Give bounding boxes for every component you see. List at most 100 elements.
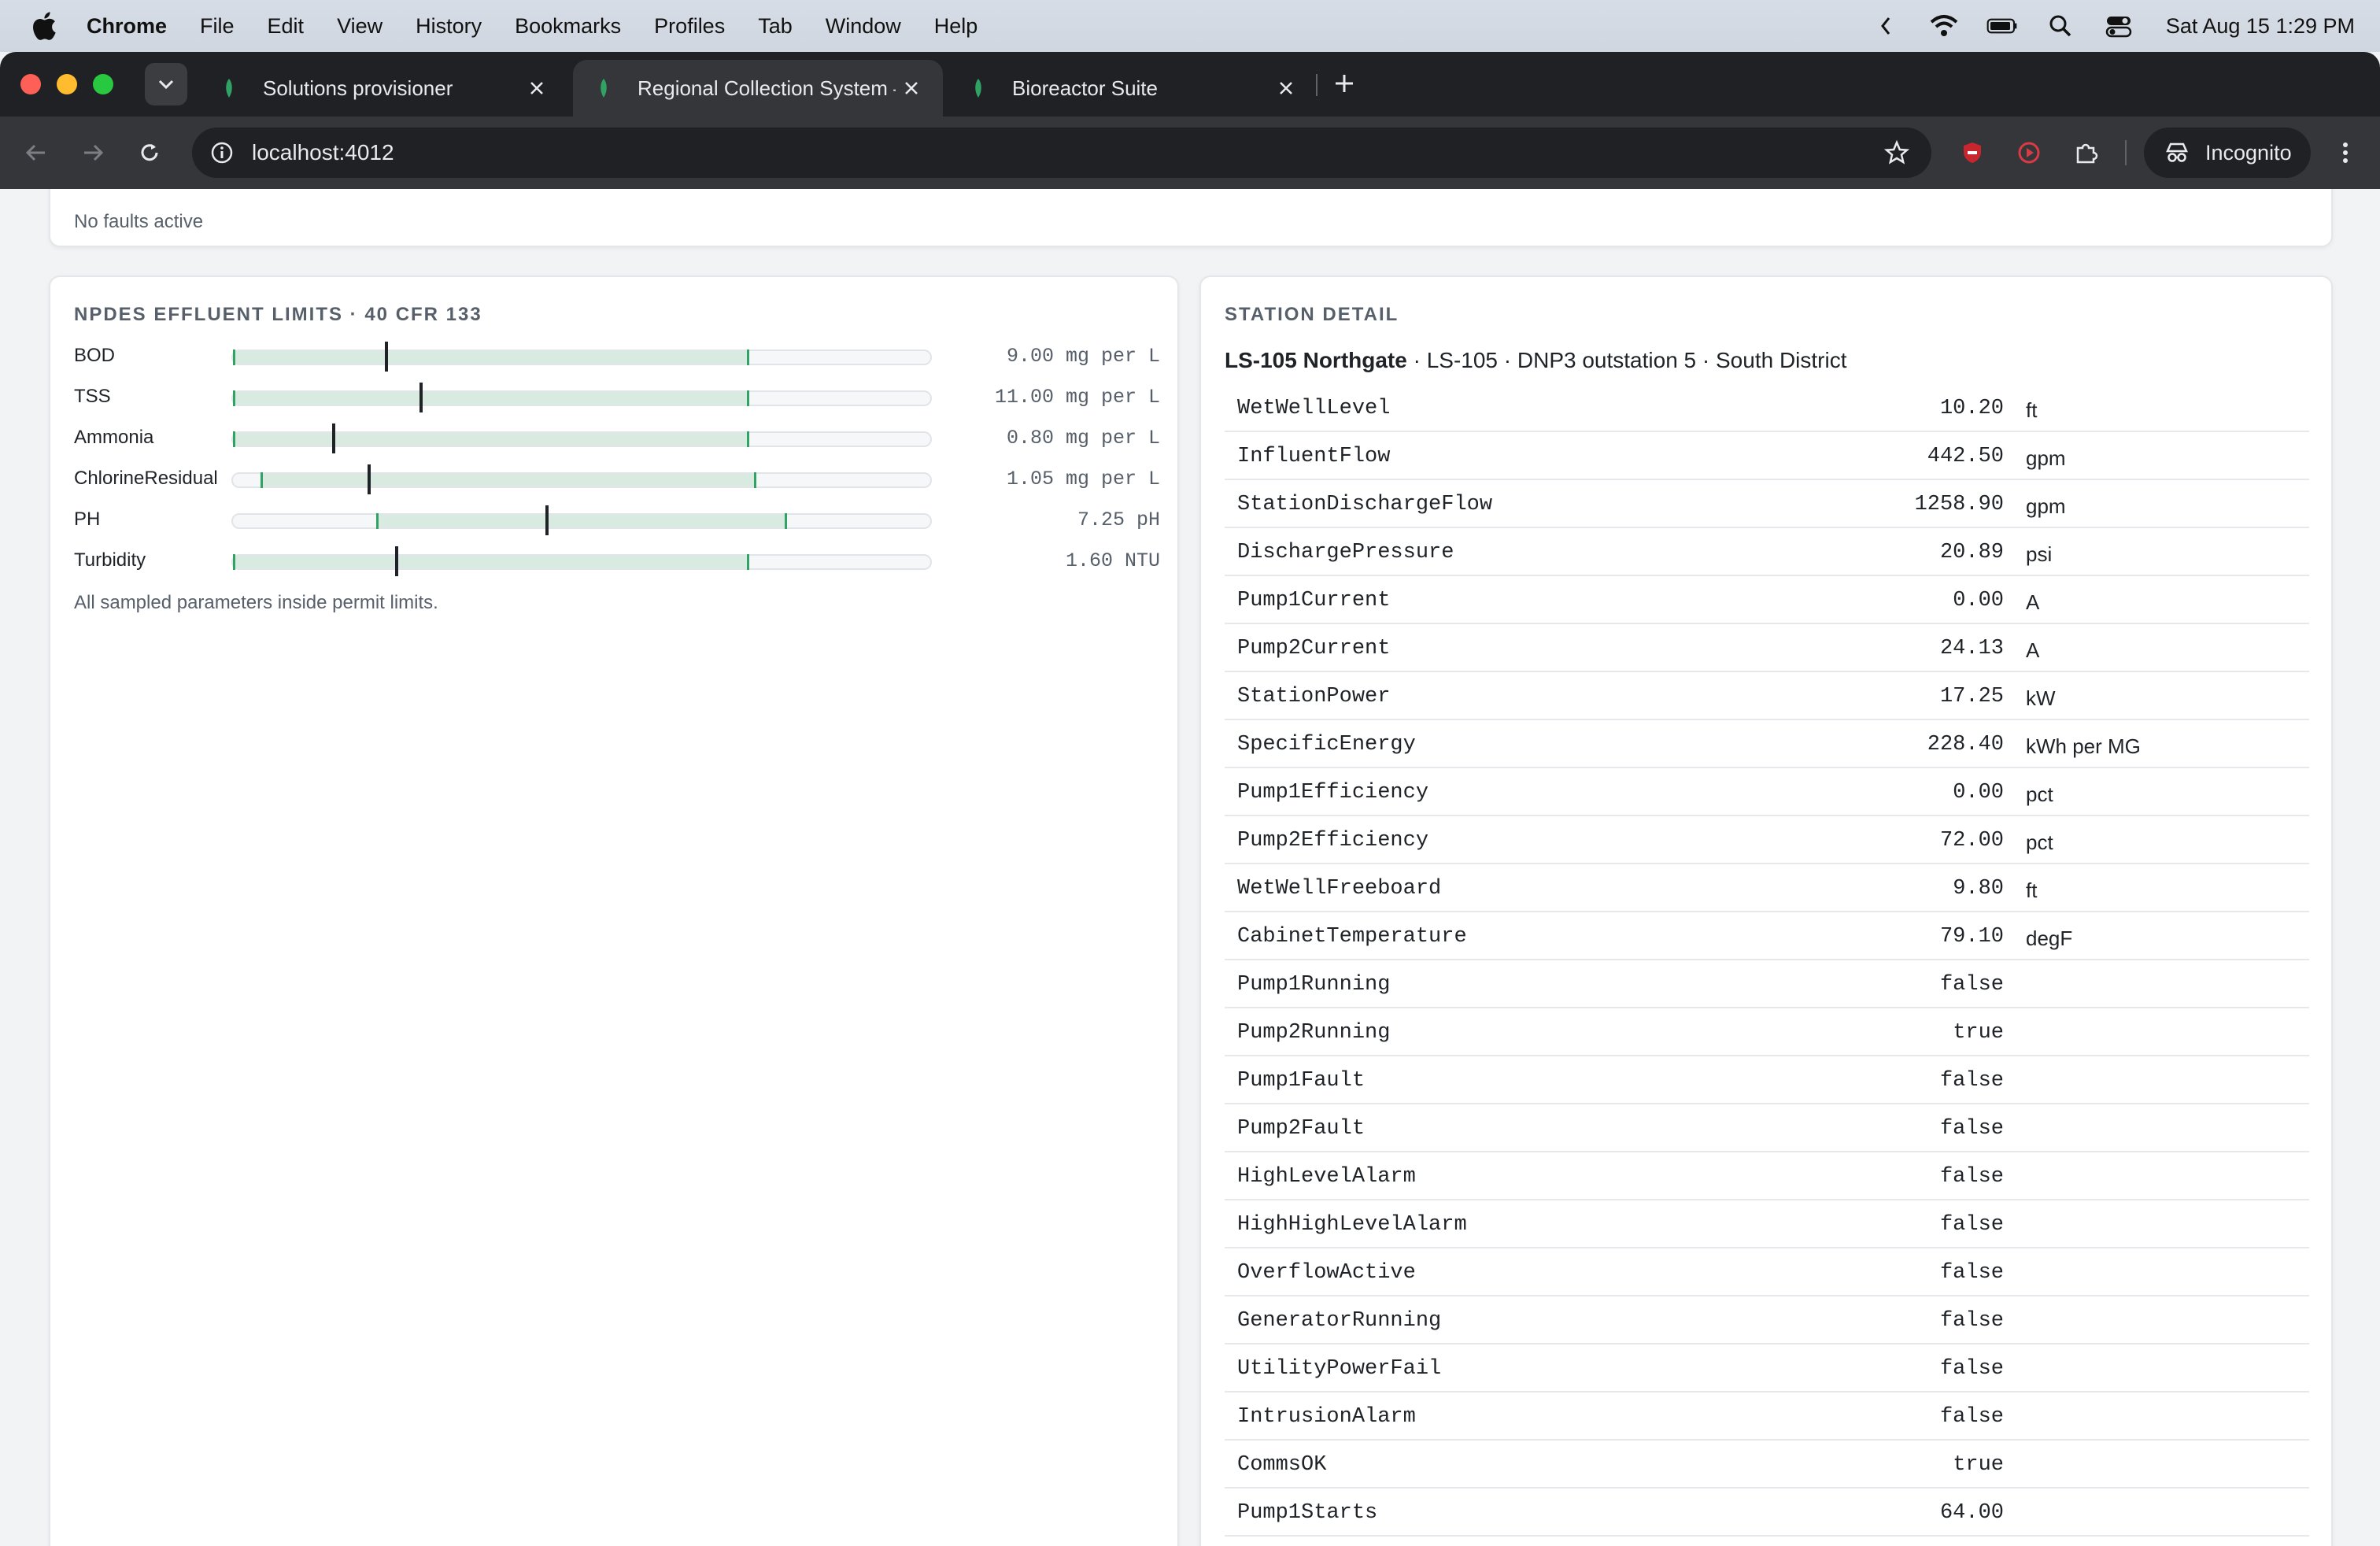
table-row[interactable]: Pump1Fault false — [1225, 1056, 2309, 1104]
extension-shield-icon[interactable] — [1955, 135, 1990, 170]
point-unit: kW — [2026, 686, 2056, 710]
chevron-left-icon[interactable] — [1870, 10, 1901, 42]
table-row[interactable]: CabinetTemperature 79.10 degF — [1225, 912, 2309, 960]
limit-upper-bound-marker — [753, 472, 756, 488]
spotlight-search-icon[interactable] — [2045, 10, 2076, 42]
limit-parameter-name: ChlorineResidual — [74, 468, 218, 489]
extensions-puzzle-icon[interactable] — [2068, 135, 2103, 170]
limit-current-value: 9.00 mg per L — [1006, 345, 1160, 368]
incognito-indicator[interactable]: Incognito — [2144, 128, 2311, 178]
table-row[interactable]: IntrusionAlarm false — [1225, 1393, 2309, 1441]
menu-profiles[interactable]: Profiles — [654, 14, 725, 39]
point-value: 79.10 — [1939, 925, 2004, 949]
table-row[interactable]: GeneratorRunning false — [1225, 1296, 2309, 1344]
limit-lower-bound-marker — [375, 513, 379, 529]
point-value: 1258.90 — [1914, 493, 2004, 516]
browser-toolbar: localhost:4012 Incognito — [0, 117, 2380, 189]
limit-gauge-track — [231, 383, 932, 412]
limit-gauge-track — [231, 546, 932, 576]
limit-permitted-band — [261, 474, 756, 486]
point-unit: A — [2026, 638, 2040, 662]
apple-logo-icon[interactable] — [28, 9, 63, 43]
new-tab-plus-icon[interactable] — [1329, 68, 1360, 99]
table-row[interactable]: HighHighLevelAlarm false — [1225, 1200, 2309, 1248]
table-row[interactable]: SpecificEnergy 228.40 kWh per MG — [1225, 720, 2309, 768]
tab-bioreactor-suite[interactable]: Bioreactor Suite — [948, 60, 1318, 117]
limit-upper-bound-marker — [746, 350, 749, 365]
extension-record-icon[interactable] — [2012, 135, 2046, 170]
table-row[interactable]: OverflowActive false — [1225, 1248, 2309, 1296]
table-row[interactable]: Pump1Current 0.00 A — [1225, 576, 2309, 624]
tab-search-button[interactable] — [145, 63, 187, 105]
table-row[interactable]: HighLevelAlarm false — [1225, 1152, 2309, 1200]
limit-gauge-track — [231, 505, 932, 535]
forward-arrow-icon[interactable] — [76, 135, 110, 170]
table-row[interactable]: Pump2Running true — [1225, 1008, 2309, 1056]
tab-title: Solutions provisioner — [263, 76, 453, 100]
table-row[interactable]: Pump1Starts 64.00 — [1225, 1489, 2309, 1537]
menu-view[interactable]: View — [337, 14, 382, 39]
limit-parameter-name: PH — [74, 509, 101, 530]
url-text[interactable]: localhost:4012 — [252, 140, 1881, 165]
limit-row: ChlorineResidual 1.05 mg per L — [74, 461, 1160, 496]
menu-history[interactable]: History — [416, 14, 482, 39]
table-row[interactable]: CommsOK true — [1225, 1441, 2309, 1489]
menu-tab[interactable]: Tab — [758, 14, 793, 39]
menu-edit[interactable]: Edit — [268, 14, 305, 39]
tab-title: Bioreactor Suite — [1012, 76, 1158, 100]
menu-bookmarks[interactable]: Bookmarks — [515, 14, 621, 39]
battery-icon[interactable] — [1986, 10, 2018, 42]
limit-permitted-band — [375, 515, 788, 527]
table-row[interactable]: WetWellFreeboard 9.80 ft — [1225, 864, 2309, 912]
address-bar[interactable]: localhost:4012 — [192, 128, 1931, 178]
limit-current-value: 11.00 mg per L — [994, 386, 1160, 409]
more-menu-icon[interactable] — [2328, 135, 2363, 170]
point-value: false — [1939, 1069, 2004, 1093]
back-arrow-icon[interactable] — [19, 135, 54, 170]
table-row[interactable]: StationPower 17.25 kW — [1225, 672, 2309, 720]
point-value: 9.80 — [1953, 877, 2004, 901]
tab-solutions-provisioner[interactable]: Solutions provisioner — [198, 60, 568, 117]
tab-close-icon[interactable] — [521, 72, 552, 104]
table-row[interactable]: Pump1Running false — [1225, 960, 2309, 1008]
point-unit: gpm — [2026, 494, 2066, 518]
point-name: UtilityPowerFail — [1237, 1357, 1442, 1381]
table-row[interactable]: Pump2Fault false — [1225, 1104, 2309, 1152]
limit-upper-bound-marker — [746, 390, 749, 406]
reload-icon[interactable] — [132, 135, 167, 170]
tab-close-icon[interactable] — [896, 72, 927, 104]
table-row[interactable]: DischargePressure 20.89 psi — [1225, 528, 2309, 576]
control-center-icon[interactable] — [2103, 10, 2134, 42]
table-row[interactable]: UtilityPowerFail false — [1225, 1344, 2309, 1393]
tab-title: Regional Collection System – — [638, 76, 896, 100]
tab-separator — [1316, 74, 1318, 96]
menu-help[interactable]: Help — [934, 14, 978, 39]
bookmark-star-icon[interactable] — [1881, 137, 1913, 168]
wifi-icon[interactable] — [1928, 10, 1960, 42]
point-unit: A — [2026, 590, 2040, 614]
table-row[interactable]: Pump2Efficiency 72.00 pct — [1225, 816, 2309, 864]
table-row[interactable]: StationDischargeFlow 1258.90 gpm — [1225, 480, 2309, 528]
point-name: InfluentFlow — [1237, 445, 1391, 468]
tab-regional-collection-system[interactable]: Regional Collection System – — [573, 60, 943, 117]
limit-current-value-needle — [332, 423, 336, 453]
site-info-icon[interactable] — [208, 139, 236, 167]
limit-permitted-band — [233, 433, 749, 446]
incognito-icon — [2163, 139, 2191, 167]
point-value: false — [1939, 1309, 2004, 1333]
table-row[interactable]: Pump1Efficiency 0.00 pct — [1225, 768, 2309, 816]
point-name: Pump2Current — [1237, 637, 1391, 660]
tab-close-icon[interactable] — [1270, 72, 1302, 104]
window-minimize-button[interactable] — [57, 74, 77, 94]
table-row[interactable]: Pump2Current 24.13 A — [1225, 624, 2309, 672]
table-row[interactable]: InfluentFlow 442.50 gpm — [1225, 432, 2309, 480]
window-close-button[interactable] — [20, 74, 41, 94]
menubar-clock[interactable]: Sat Aug 15 1:29 PM — [2166, 14, 2355, 39]
window-zoom-button[interactable] — [93, 74, 113, 94]
table-row[interactable]: WetWellLevel 10.20 ft — [1225, 384, 2309, 432]
menu-app-name[interactable]: Chrome — [87, 14, 167, 39]
point-name: StationDischargeFlow — [1237, 493, 1493, 516]
menu-window[interactable]: Window — [826, 14, 901, 39]
limit-parameter-name: TSS — [74, 386, 111, 407]
menu-file[interactable]: File — [200, 14, 235, 39]
